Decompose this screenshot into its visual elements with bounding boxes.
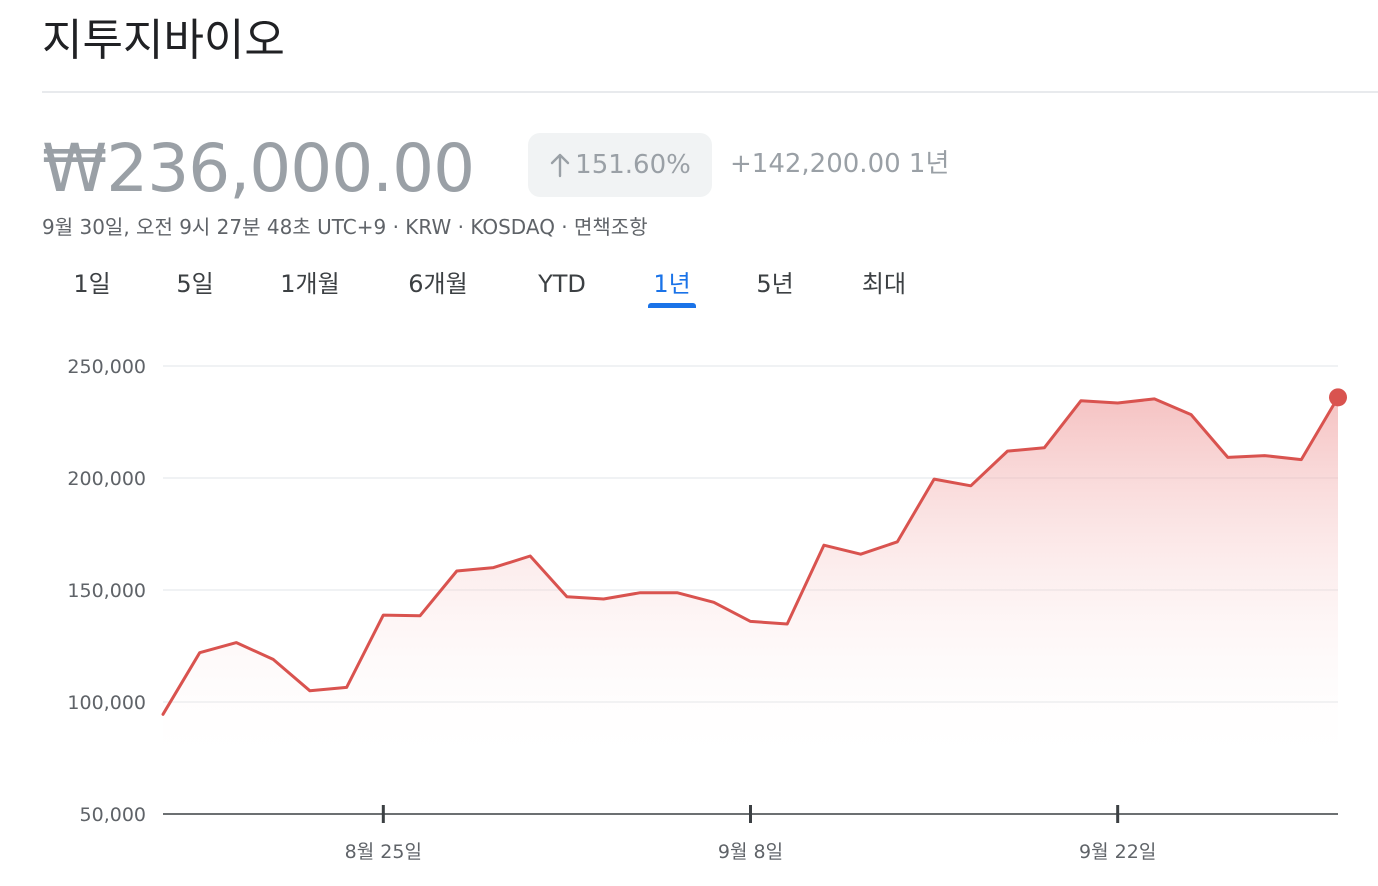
y-tick-label: 200,000 — [67, 468, 146, 490]
current-price: ₩236,000.00 — [42, 130, 475, 207]
tab-1d[interactable]: 1일 — [73, 262, 110, 306]
y-tick-label: 50,000 — [80, 804, 146, 826]
tab-5y[interactable]: 5년 — [756, 262, 793, 306]
price-chart[interactable]: 250,000 200,000 150,000 100,000 50,000 8월 25일… — [0, 330, 1378, 880]
x-tick-label: 9월 22일 — [1079, 841, 1156, 863]
tab-1m[interactable]: 1개월 — [280, 262, 339, 306]
change-absolute: +142,200.00 1년 — [730, 149, 950, 179]
page-title: 지투지바이오 — [42, 15, 285, 66]
y-tick-label: 250,000 — [67, 356, 146, 378]
arrow-up-icon — [549, 152, 571, 178]
current-price-marker[interactable] — [1329, 388, 1347, 407]
tab-5d[interactable]: 5일 — [176, 262, 213, 306]
quote-meta: 9월 30일, 오전 9시 27분 48초 UTC+9 · KRW · KOSD… — [42, 215, 648, 239]
active-tab-indicator — [648, 303, 696, 308]
header-divider — [42, 91, 1378, 93]
tab-1y[interactable]: 1년 — [653, 262, 690, 306]
price-area — [163, 397, 1338, 770]
tab-ytd[interactable]: YTD — [538, 262, 586, 306]
range-tabs: 1일 5일 1개월 6개월 YTD 1년 5년 최대 — [0, 262, 1000, 312]
y-tick-label: 100,000 — [67, 692, 146, 714]
y-tick-label: 150,000 — [67, 580, 146, 602]
x-tick-label: 8월 25일 — [345, 841, 422, 863]
x-tick-label: 9월 8일 — [718, 841, 783, 863]
change-percent-value: 151.60% — [575, 150, 691, 180]
change-percent-badge: 151.60% — [528, 133, 712, 197]
tab-6m[interactable]: 6개월 — [408, 262, 467, 306]
tab-max[interactable]: 최대 — [862, 262, 906, 306]
